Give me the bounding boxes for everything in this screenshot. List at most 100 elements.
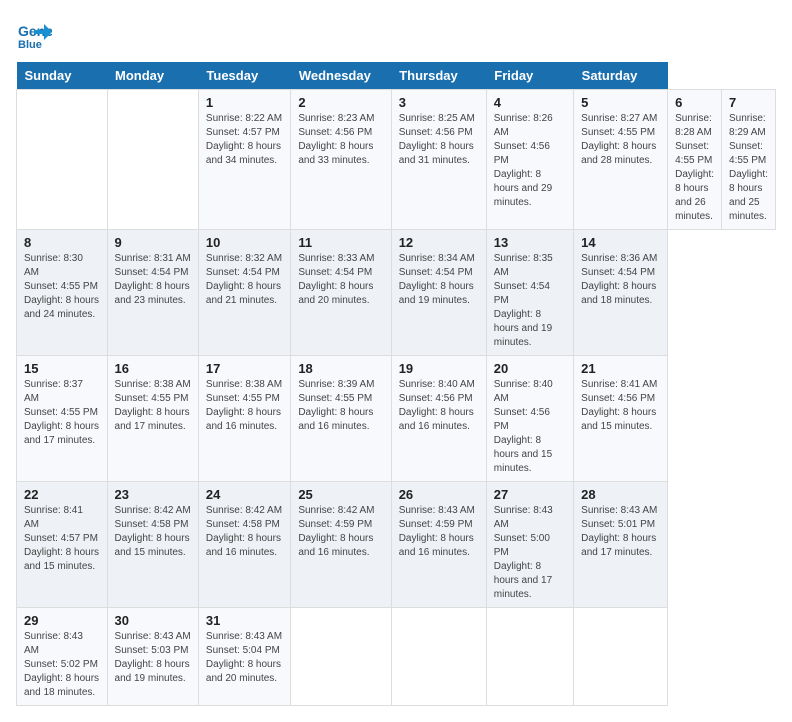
day-cell-12: 12 Sunrise: 8:34 AMSunset: 4:54 PMDaylig… (391, 230, 486, 356)
day-cell-16: 16 Sunrise: 8:38 AMSunset: 4:55 PMDaylig… (107, 356, 198, 482)
day-number: 13 (494, 235, 566, 250)
day-detail: Sunrise: 8:43 AMSunset: 5:04 PMDaylight:… (206, 630, 283, 686)
day-detail: Sunrise: 8:32 AMSunset: 4:54 PMDaylight:… (206, 252, 283, 308)
day-cell-7: 7 Sunrise: 8:29 AMSunset: 4:55 PMDayligh… (722, 90, 776, 230)
day-detail: Sunrise: 8:42 AMSunset: 4:59 PMDaylight:… (298, 504, 383, 560)
day-header-saturday: Saturday (574, 62, 668, 90)
day-cell-1: 1 Sunrise: 8:22 AMSunset: 4:57 PMDayligh… (198, 90, 290, 230)
header: General Blue (16, 16, 776, 52)
day-cell-31: 31 Sunrise: 8:43 AMSunset: 5:04 PMDaylig… (198, 608, 290, 706)
day-cell-30: 30 Sunrise: 8:43 AMSunset: 5:03 PMDaylig… (107, 608, 198, 706)
day-detail: Sunrise: 8:43 AMSunset: 5:01 PMDaylight:… (581, 504, 660, 560)
day-detail: Sunrise: 8:42 AMSunset: 4:58 PMDaylight:… (206, 504, 283, 560)
day-header-friday: Friday (486, 62, 573, 90)
day-cell-5: 5 Sunrise: 8:27 AMSunset: 4:55 PMDayligh… (574, 90, 668, 230)
day-number: 3 (399, 95, 479, 110)
week-row-1: 1 Sunrise: 8:22 AMSunset: 4:57 PMDayligh… (17, 90, 776, 230)
day-number: 15 (24, 361, 100, 376)
day-detail: Sunrise: 8:26 AMSunset: 4:56 PMDaylight:… (494, 112, 566, 210)
empty-cell (574, 608, 668, 706)
day-cell-24: 24 Sunrise: 8:42 AMSunset: 4:58 PMDaylig… (198, 482, 290, 608)
day-cell-22: 22 Sunrise: 8:41 AMSunset: 4:57 PMDaylig… (17, 482, 108, 608)
day-header-tuesday: Tuesday (198, 62, 290, 90)
day-cell-29: 29 Sunrise: 8:43 AMSunset: 5:02 PMDaylig… (17, 608, 108, 706)
day-number: 17 (206, 361, 283, 376)
day-cell-14: 14 Sunrise: 8:36 AMSunset: 4:54 PMDaylig… (574, 230, 668, 356)
week-row-2: 8 Sunrise: 8:30 AMSunset: 4:55 PMDayligh… (17, 230, 776, 356)
day-number: 20 (494, 361, 566, 376)
calendar-table: SundayMondayTuesdayWednesdayThursdayFrid… (16, 62, 776, 706)
day-detail: Sunrise: 8:38 AMSunset: 4:55 PMDaylight:… (206, 378, 283, 434)
day-number: 25 (298, 487, 383, 502)
day-cell-19: 19 Sunrise: 8:40 AMSunset: 4:56 PMDaylig… (391, 356, 486, 482)
logo-icon: General Blue (16, 16, 52, 52)
day-detail: Sunrise: 8:30 AMSunset: 4:55 PMDaylight:… (24, 252, 100, 322)
day-cell-20: 20 Sunrise: 8:40 AMSunset: 4:56 PMDaylig… (486, 356, 573, 482)
day-number: 2 (298, 95, 383, 110)
day-cell-25: 25 Sunrise: 8:42 AMSunset: 4:59 PMDaylig… (291, 482, 391, 608)
day-number: 7 (729, 95, 768, 110)
day-cell-26: 26 Sunrise: 8:43 AMSunset: 4:59 PMDaylig… (391, 482, 486, 608)
day-detail: Sunrise: 8:40 AMSunset: 4:56 PMDaylight:… (494, 378, 566, 476)
day-number: 11 (298, 235, 383, 250)
day-detail: Sunrise: 8:39 AMSunset: 4:55 PMDaylight:… (298, 378, 383, 434)
day-number: 1 (206, 95, 283, 110)
day-cell-6: 6 Sunrise: 8:28 AMSunset: 4:55 PMDayligh… (668, 90, 722, 230)
day-detail: Sunrise: 8:25 AMSunset: 4:56 PMDaylight:… (399, 112, 479, 168)
day-number: 18 (298, 361, 383, 376)
svg-text:Blue: Blue (18, 39, 42, 51)
day-header-sunday: Sunday (17, 62, 108, 90)
day-cell-15: 15 Sunrise: 8:37 AMSunset: 4:55 PMDaylig… (17, 356, 108, 482)
day-number: 26 (399, 487, 479, 502)
day-number: 16 (115, 361, 191, 376)
day-detail: Sunrise: 8:41 AMSunset: 4:56 PMDaylight:… (581, 378, 660, 434)
day-cell-4: 4 Sunrise: 8:26 AMSunset: 4:56 PMDayligh… (486, 90, 573, 230)
day-number: 4 (494, 95, 566, 110)
day-cell-28: 28 Sunrise: 8:43 AMSunset: 5:01 PMDaylig… (574, 482, 668, 608)
day-detail: Sunrise: 8:27 AMSunset: 4:55 PMDaylight:… (581, 112, 660, 168)
day-number: 19 (399, 361, 479, 376)
day-number: 6 (675, 95, 714, 110)
day-number: 21 (581, 361, 660, 376)
day-number: 30 (115, 613, 191, 628)
day-detail: Sunrise: 8:31 AMSunset: 4:54 PMDaylight:… (115, 252, 191, 308)
day-detail: Sunrise: 8:41 AMSunset: 4:57 PMDaylight:… (24, 504, 100, 574)
day-detail: Sunrise: 8:33 AMSunset: 4:54 PMDaylight:… (298, 252, 383, 308)
empty-cell (291, 608, 391, 706)
day-number: 28 (581, 487, 660, 502)
day-number: 5 (581, 95, 660, 110)
day-number: 31 (206, 613, 283, 628)
day-detail: Sunrise: 8:34 AMSunset: 4:54 PMDaylight:… (399, 252, 479, 308)
day-detail: Sunrise: 8:42 AMSunset: 4:58 PMDaylight:… (115, 504, 191, 560)
day-number: 24 (206, 487, 283, 502)
logo: General Blue (16, 16, 56, 52)
day-detail: Sunrise: 8:23 AMSunset: 4:56 PMDaylight:… (298, 112, 383, 168)
day-cell-11: 11 Sunrise: 8:33 AMSunset: 4:54 PMDaylig… (291, 230, 391, 356)
day-detail: Sunrise: 8:43 AMSunset: 5:03 PMDaylight:… (115, 630, 191, 686)
empty-cell (486, 608, 573, 706)
day-number: 22 (24, 487, 100, 502)
day-number: 14 (581, 235, 660, 250)
day-cell-3: 3 Sunrise: 8:25 AMSunset: 4:56 PMDayligh… (391, 90, 486, 230)
week-row-5: 29 Sunrise: 8:43 AMSunset: 5:02 PMDaylig… (17, 608, 776, 706)
day-number: 10 (206, 235, 283, 250)
day-number: 12 (399, 235, 479, 250)
day-cell-9: 9 Sunrise: 8:31 AMSunset: 4:54 PMDayligh… (107, 230, 198, 356)
day-number: 27 (494, 487, 566, 502)
day-number: 9 (115, 235, 191, 250)
day-detail: Sunrise: 8:43 AMSunset: 5:02 PMDaylight:… (24, 630, 100, 700)
day-header-wednesday: Wednesday (291, 62, 391, 90)
day-detail: Sunrise: 8:40 AMSunset: 4:56 PMDaylight:… (399, 378, 479, 434)
day-detail: Sunrise: 8:36 AMSunset: 4:54 PMDaylight:… (581, 252, 660, 308)
empty-cell (107, 90, 198, 230)
empty-cell (17, 90, 108, 230)
day-cell-17: 17 Sunrise: 8:38 AMSunset: 4:55 PMDaylig… (198, 356, 290, 482)
day-detail: Sunrise: 8:38 AMSunset: 4:55 PMDaylight:… (115, 378, 191, 434)
day-detail: Sunrise: 8:43 AMSunset: 4:59 PMDaylight:… (399, 504, 479, 560)
day-detail: Sunrise: 8:37 AMSunset: 4:55 PMDaylight:… (24, 378, 100, 448)
day-detail: Sunrise: 8:28 AMSunset: 4:55 PMDaylight:… (675, 112, 714, 224)
day-cell-8: 8 Sunrise: 8:30 AMSunset: 4:55 PMDayligh… (17, 230, 108, 356)
header-row: SundayMondayTuesdayWednesdayThursdayFrid… (17, 62, 776, 90)
day-cell-18: 18 Sunrise: 8:39 AMSunset: 4:55 PMDaylig… (291, 356, 391, 482)
day-cell-23: 23 Sunrise: 8:42 AMSunset: 4:58 PMDaylig… (107, 482, 198, 608)
